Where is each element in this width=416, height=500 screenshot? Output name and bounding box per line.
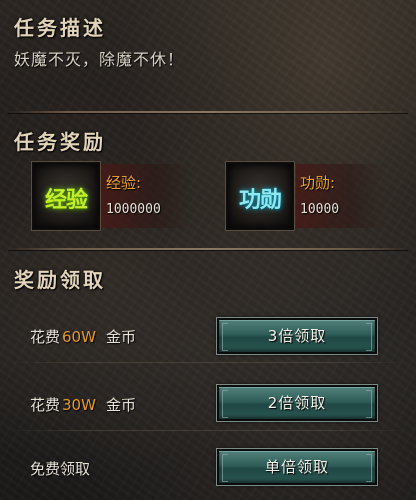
free-claim-text: 免费领取	[30, 460, 91, 478]
claim-double-button[interactable]: 2倍领取	[216, 384, 378, 422]
claim-option-label: 花费 60W 金币	[30, 326, 136, 347]
exp-icon: 经验	[31, 161, 101, 231]
cost-amount: 30W	[62, 396, 96, 414]
claim-option-label: 免费领取	[30, 458, 90, 479]
exp-value: 1000000	[106, 202, 161, 217]
exp-reward-info: 经验: 1000000	[102, 164, 192, 228]
divider	[8, 248, 408, 250]
row-divider	[8, 430, 408, 431]
divider	[8, 111, 408, 113]
exp-icon-art: 经验	[44, 188, 88, 213]
row-divider	[8, 362, 408, 363]
reward-claim-title: 奖励领取	[14, 268, 106, 292]
merit-icon: 功勋	[225, 161, 295, 231]
cost-prefix: 花费	[30, 396, 61, 414]
cost-amount: 60W	[62, 328, 96, 346]
task-description-title: 任务描述	[14, 16, 106, 40]
merit-label: 功勋:	[300, 174, 336, 192]
cost-currency: 金币	[105, 328, 136, 346]
merit-value: 10000	[300, 202, 340, 217]
task-description-text: 妖魔不灭，除魔不休！	[14, 50, 185, 69]
merit-reward-info: 功勋: 10000	[296, 164, 386, 228]
task-rewards-title: 任务奖励	[14, 130, 106, 154]
claim-single-button[interactable]: 单倍领取	[216, 448, 378, 486]
claim-option-label: 花费 30W 金币	[30, 394, 136, 415]
quest-panel: 任务描述 妖魔不灭，除魔不休！ 任务奖励 经验 经验: 1000000 功勋 功…	[0, 0, 416, 500]
exp-label: 经验:	[106, 174, 142, 192]
cost-currency: 金币	[105, 396, 136, 414]
cost-prefix: 花费	[30, 328, 61, 346]
merit-icon-art: 功勋	[238, 188, 282, 213]
claim-triple-button[interactable]: 3倍领取	[216, 317, 378, 355]
